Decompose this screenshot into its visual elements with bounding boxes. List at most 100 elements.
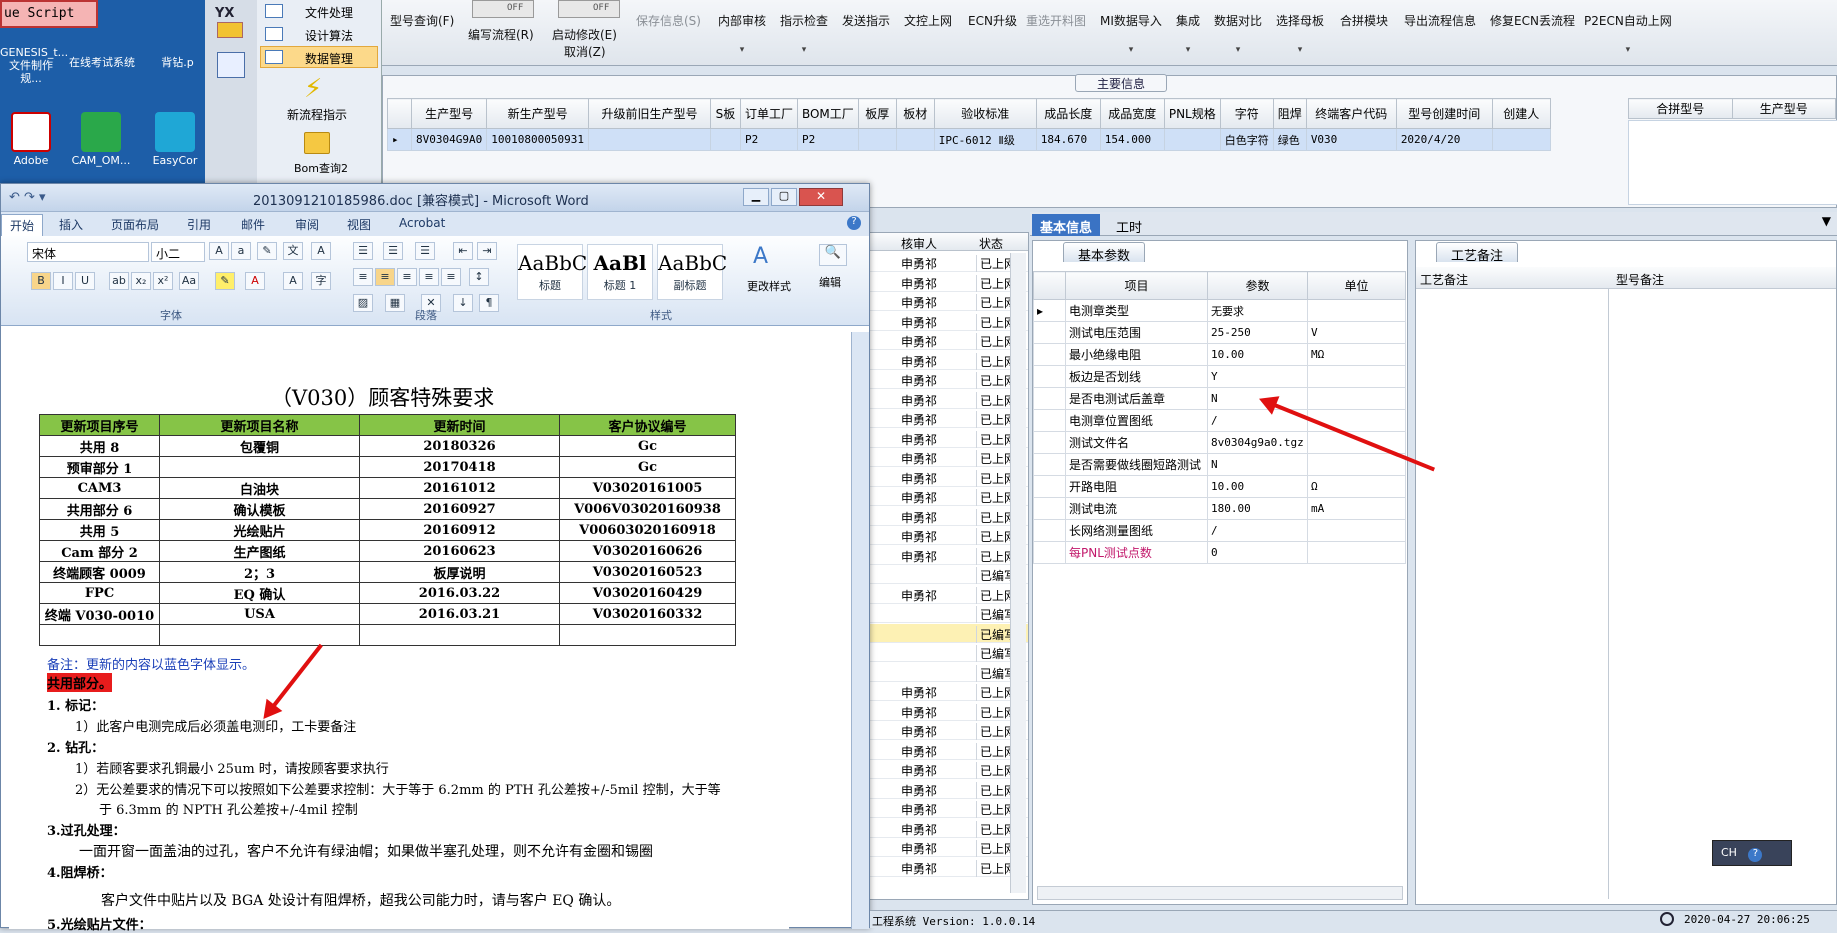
list-item[interactable]: 申勇祁 已上网 [866,507,1028,526]
underline-icon[interactable]: U [75,272,95,290]
style-title[interactable]: AaBbC 标题 [517,244,587,300]
nav-item-file-processing[interactable]: 文件处理 [260,0,378,22]
doc-control-online-button[interactable]: 文控上网 [904,12,952,29]
table-cell[interactable]: 绿色 [1272,128,1307,151]
table-cell[interactable] [709,128,741,151]
model-query-button[interactable]: 型号查询(F) [390,12,454,29]
table-cell[interactable]: 白油块 [159,477,360,499]
table-row[interactable]: ▸ 8V0304G9A0 10010800050931 P2 P2 IPC-6012 Ⅱ级… [387,128,1551,151]
table-cell[interactable]: EQ 确认 [159,582,360,604]
column-header[interactable]: 型号创建时间 [1395,98,1493,129]
cancel-button[interactable]: 取消(Z) [564,43,606,60]
param-value[interactable]: 10.00 [1207,343,1308,366]
list-item[interactable]: 申勇祁 已上网 [866,468,1028,487]
table-cell[interactable]: 包覆铜 [159,435,360,457]
list-item[interactable]: 申勇祁 已上网 [866,429,1028,448]
column-header-craft[interactable]: 工艺备注 [1420,271,1468,288]
repair-ecn-lost-flow-button[interactable]: 修复ECN丢流程 [1490,12,1575,29]
table-cell[interactable]: 白色字符 [1219,128,1274,151]
column-header[interactable]: BOM工厂 [796,98,859,129]
list-item[interactable]: 已编写 [866,565,1028,584]
ue-script-label[interactable]: ue Script [0,0,98,28]
column-header[interactable]: 生产型号 [1731,98,1836,119]
list-item[interactable]: 申勇祁 已上网 [866,819,1028,838]
table-cell[interactable]: FPC [39,582,160,604]
tab-view[interactable]: 视图 [347,216,371,233]
table-cell[interactable]: 20160623 [359,540,560,562]
char-border-icon[interactable]: A [311,242,331,260]
table-row[interactable]: 测试电流 180.00 mA [1033,497,1406,520]
tab-references[interactable]: 引用 [187,216,211,233]
desktop-icon-easycor[interactable]: EasyCor [145,112,205,167]
table-cell[interactable]: V00603020160918 [559,519,736,541]
tab-page-layout[interactable]: 页面布局 [111,216,159,233]
table-cell[interactable]: V03020160626 [559,540,736,562]
list-item[interactable]: 申勇祁 已上网 [866,760,1028,779]
select-master-board-button[interactable]: 选择母板 ▾ [1276,12,1324,55]
reselect-cut-drawing-button[interactable]: 重选开料图 [1026,12,1086,29]
justify-icon[interactable]: ≡ [419,268,439,286]
table-cell[interactable] [1491,128,1551,151]
table-cell[interactable] [895,128,935,151]
column-header-value[interactable]: 参数 [1207,271,1308,300]
craft-notes-input[interactable] [1418,291,1604,896]
column-header[interactable]: S板 [709,98,741,129]
column-header[interactable]: 字符 [1219,98,1274,129]
data-compare-button[interactable]: 数据对比 ▾ [1214,12,1262,55]
column-header[interactable]: 订单工厂 [739,98,798,129]
table-cell[interactable]: 10010800050931 [486,128,589,151]
param-value[interactable]: 10.00 [1207,475,1308,498]
list-item[interactable]: 申勇祁 已上网 [866,409,1028,428]
change-case-icon[interactable]: Aa [179,272,199,290]
table-row[interactable]: 是否需要做线圈短路测试 N [1033,453,1406,476]
table-cell[interactable]: 2020/4/20 [1395,128,1493,151]
table-cell[interactable]: 20170418 [359,456,560,478]
param-value[interactable]: 无要求 [1207,299,1308,322]
instruction-check-button[interactable]: 指示检查 ▾ [780,12,828,55]
desktop-icon-adobe[interactable]: Adobe [0,112,62,167]
change-styles-icon[interactable]: A [753,244,768,269]
phonetic-icon[interactable]: 文 [283,242,303,260]
table-cell[interactable]: V03020161005 [559,477,736,499]
table-cell[interactable]: Cam 部分 2 [39,540,160,562]
table-row[interactable]: 板边是否划线 Y [1033,365,1406,388]
list-item[interactable]: 申勇祁 已上网 [866,331,1028,350]
table-cell[interactable]: V03020160332 [559,603,736,625]
align-center-icon[interactable]: ≡ [375,268,395,286]
table-cell[interactable]: V006V03020160938 [559,498,736,520]
table-cell[interactable]: USA [159,603,360,625]
table-cell[interactable]: IPC-6012 Ⅱ级 [933,128,1037,151]
column-header[interactable]: 成品宽度 [1099,98,1165,129]
list-item[interactable]: 申勇祁 已上网 [866,702,1028,721]
param-value[interactable]: 8v0304g9a0.tgz [1207,431,1308,454]
table-cell[interactable]: 预审部分 1 [39,456,160,478]
param-value[interactable]: Y [1207,365,1308,388]
table-cell[interactable]: 2；3 [159,561,360,583]
table-cell[interactable]: 板厚说明 [359,561,560,583]
table-cell[interactable]: V03020160523 [559,561,736,583]
list-item[interactable]: 申勇祁 已上网 [866,780,1028,799]
table-cell[interactable]: 共用部分 6 [39,498,160,520]
model-notes-input[interactable] [1612,291,1832,896]
strikethrough-icon[interactable]: ab [109,272,129,290]
list-item[interactable]: 申勇祁 已上网 [866,721,1028,740]
tab-basic-info[interactable]: 基本信息 [1032,214,1101,236]
distributed-icon[interactable]: ≡ [441,268,461,286]
table-cell[interactable] [159,624,360,646]
table-cell[interactable]: 确认模板 [159,498,360,520]
list-item[interactable]: 申勇祁 已上网 [866,292,1028,311]
tab-work-hours[interactable]: 工时 [1108,214,1150,236]
desktop-icon-backdrill[interactable]: 背钻.p [150,56,205,69]
multilevel-list-icon[interactable]: ☰ [415,242,435,260]
column-header[interactable]: 升级前旧生产型号 [587,98,711,129]
quick-access-icon[interactable]: ↶ ↷ ▾ [9,190,46,205]
table-cell[interactable] [587,128,711,151]
ime-indicator[interactable]: CH ? [1712,840,1792,866]
desktop-icon-exam[interactable]: 在线考试系统 [62,56,142,69]
bold-icon[interactable]: B [31,272,51,290]
list-item[interactable]: 申勇祁 已上网 [866,253,1028,272]
table-cell[interactable]: Gc [559,456,736,478]
column-header-unit[interactable]: 单位 [1307,271,1406,300]
subscript-icon[interactable]: x₂ [131,272,151,290]
table-cell[interactable]: Gc [559,435,736,457]
